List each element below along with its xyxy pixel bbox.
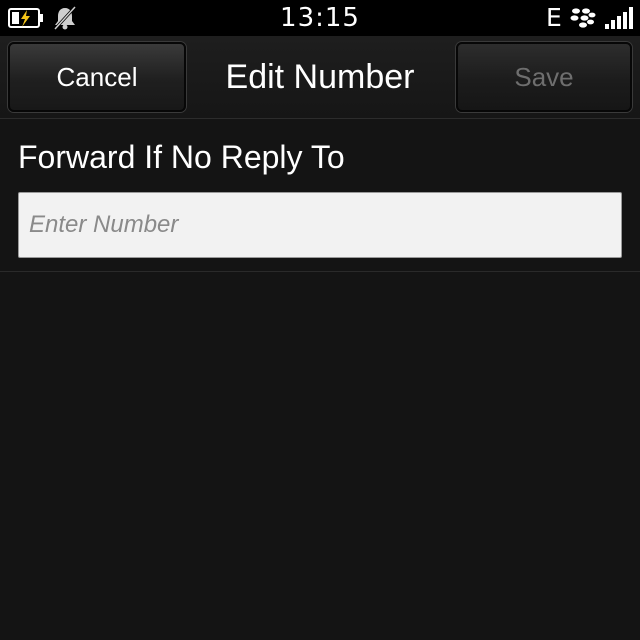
title-bar: Cancel Edit Number Save xyxy=(0,36,640,119)
number-input[interactable] xyxy=(18,192,622,258)
edit-number-screen: 13:15 E Cancel Edit Number Save Forward … xyxy=(0,0,640,640)
divider xyxy=(0,271,640,272)
status-bar: 13:15 E xyxy=(0,0,640,36)
blackberry-logo-icon xyxy=(570,8,596,28)
signal-strength-icon xyxy=(605,7,633,29)
page-title: Edit Number xyxy=(225,58,415,96)
network-type: E xyxy=(546,3,562,32)
save-button[interactable]: Save xyxy=(456,42,632,112)
cancel-button[interactable]: Cancel xyxy=(8,42,186,112)
status-time: 13:15 xyxy=(280,3,360,33)
forward-no-reply-label: Forward If No Reply To xyxy=(18,139,345,175)
